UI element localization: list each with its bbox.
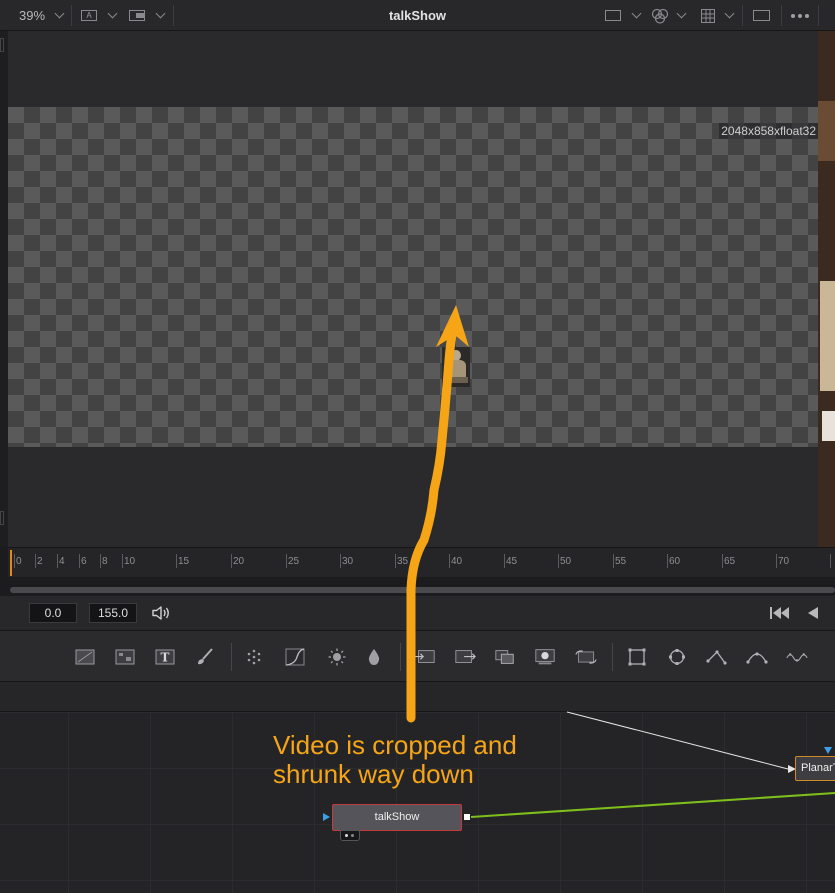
node-badge — [340, 830, 360, 841]
annotation-line-2: shrunk way down — [273, 759, 474, 789]
annotation-arrow — [406, 318, 460, 723]
annotation-text: Video is cropped and shrunk way down — [273, 731, 603, 789]
connection-line-green — [470, 792, 835, 818]
node-input-triangle[interactable] — [323, 813, 330, 821]
planar-node-input-triangle[interactable] — [824, 747, 832, 754]
node-output-port[interactable] — [463, 813, 471, 821]
planar-tracker-node[interactable]: PlanarT — [795, 756, 835, 781]
annotation-line-1: Video is cropped and — [273, 730, 517, 760]
talkshow-node[interactable]: talkShow — [332, 804, 462, 831]
